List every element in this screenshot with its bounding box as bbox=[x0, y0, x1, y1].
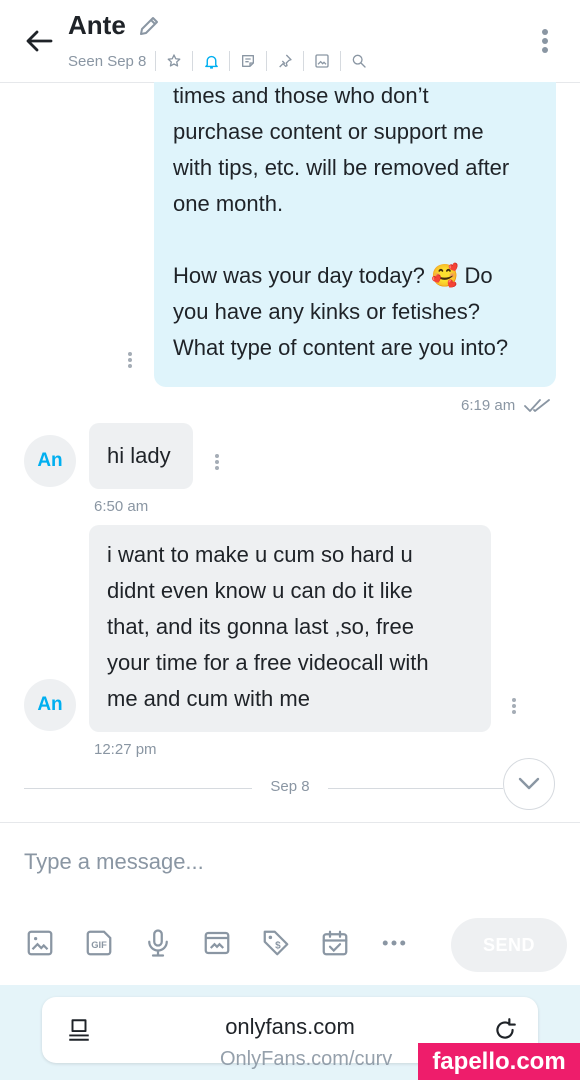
watermark-text: OnlyFans.com/curv bbox=[220, 1048, 393, 1070]
date-separator: Sep 8 bbox=[270, 778, 310, 795]
scroll-to-bottom-button[interactable] bbox=[503, 758, 555, 810]
more-icon[interactable] bbox=[378, 927, 410, 959]
message-time: 12:27 pm bbox=[94, 741, 157, 758]
message-input[interactable]: Type a message... bbox=[24, 849, 444, 879]
note-icon[interactable] bbox=[239, 52, 257, 70]
incoming-message-bubble[interactable]: i want to make u cum so hard u didnt eve… bbox=[89, 525, 491, 732]
arrow-left-icon bbox=[26, 30, 53, 52]
message-text: times and those who don’t purchase conte… bbox=[173, 83, 510, 360]
svg-text:GIF: GIF bbox=[91, 940, 107, 950]
divider bbox=[155, 51, 157, 71]
composer-toolbar: GIF $ bbox=[24, 927, 437, 959]
divider bbox=[266, 51, 268, 71]
chat-header: Ante Seen Sep 8 bbox=[0, 0, 580, 83]
watermark-badge: fapello.com bbox=[418, 1043, 580, 1080]
reload-icon[interactable] bbox=[492, 1017, 518, 1043]
message-options-button[interactable] bbox=[214, 452, 220, 472]
avatar[interactable]: An bbox=[24, 679, 76, 731]
incoming-message-bubble[interactable]: hi lady bbox=[89, 423, 193, 489]
send-button[interactable]: SEND bbox=[451, 918, 567, 972]
message-text: hi lady bbox=[107, 443, 171, 468]
more-options-button[interactable] bbox=[535, 26, 555, 60]
message-text: i want to make u cum so hard u didnt eve… bbox=[107, 542, 429, 711]
pin-icon[interactable] bbox=[276, 52, 294, 70]
message-options-button[interactable] bbox=[127, 350, 133, 370]
message-list[interactable]: times and those who don’t purchase conte… bbox=[0, 82, 580, 822]
divider bbox=[340, 51, 342, 71]
pencil-icon bbox=[140, 17, 158, 35]
avatar[interactable]: An bbox=[24, 435, 76, 487]
message-options-button[interactable] bbox=[511, 696, 517, 716]
vault-icon[interactable] bbox=[201, 927, 233, 959]
last-seen-text: Seen Sep 8 bbox=[68, 52, 147, 70]
header-subbar: Seen Sep 8 bbox=[68, 50, 368, 72]
calendar-icon[interactable] bbox=[319, 927, 351, 959]
url-text: onlyfans.com bbox=[225, 1014, 355, 1039]
price-tag-icon[interactable]: $ bbox=[260, 927, 292, 959]
search-icon[interactable] bbox=[350, 52, 368, 70]
bell-icon[interactable] bbox=[202, 52, 220, 70]
divider bbox=[192, 51, 194, 71]
read-receipt-icon bbox=[524, 399, 550, 412]
gif-icon[interactable]: GIF bbox=[83, 927, 115, 959]
chevron-down-icon bbox=[518, 777, 540, 790]
message-composer: Type a message... GIF $ SEND bbox=[0, 822, 580, 986]
divider bbox=[24, 788, 252, 789]
divider bbox=[229, 51, 231, 71]
image-icon[interactable] bbox=[313, 52, 331, 70]
divider bbox=[328, 788, 503, 789]
edit-name-button[interactable] bbox=[137, 14, 161, 38]
message-time: 6:50 am bbox=[94, 498, 149, 515]
star-icon[interactable] bbox=[165, 52, 183, 70]
divider bbox=[303, 51, 305, 71]
svg-text:$: $ bbox=[275, 941, 281, 952]
message-time: 6:19 am bbox=[461, 397, 516, 414]
contact-name[interactable]: Ante bbox=[68, 10, 126, 41]
microphone-icon[interactable] bbox=[142, 927, 174, 959]
outgoing-message-bubble[interactable]: times and those who don’t purchase conte… bbox=[154, 82, 556, 387]
image-icon[interactable] bbox=[24, 927, 56, 959]
back-button[interactable] bbox=[22, 26, 56, 56]
